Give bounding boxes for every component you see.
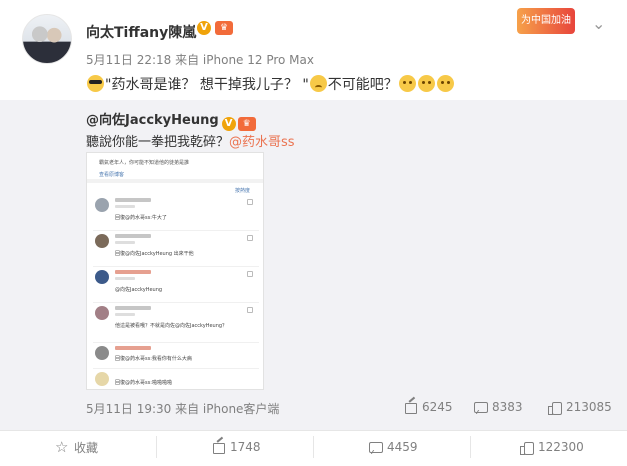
footer-divider bbox=[0, 430, 627, 431]
comment-text: 回復@药水哥ss:牛大了 bbox=[115, 215, 167, 221]
footer-separator bbox=[470, 436, 471, 458]
screenshot-sort-label: 按熱度 bbox=[235, 188, 251, 194]
sunglasses-emoji-icon bbox=[87, 75, 104, 92]
comment-like-icon bbox=[247, 235, 253, 241]
comment-text: 回復@药水哥ss:我看你有什么大病 bbox=[115, 356, 192, 362]
repost-like-button[interactable]: 213085 bbox=[548, 400, 612, 415]
screenshot-comment-row: 他這是被看哦？不就是向佐@向佐JacckyHeung？ bbox=[93, 303, 259, 343]
screenshot-comment-row: 回復@药水哥ss:牛大了 bbox=[93, 195, 259, 231]
vip-crown-icon: ♛ bbox=[215, 21, 233, 35]
thinking-emoji-icon bbox=[398, 75, 416, 92]
repost-meta: 5月11日 19:30 来自 iPhone客户端 bbox=[86, 402, 280, 416]
post-text-part-2: 不可能吧？ bbox=[327, 77, 398, 93]
comment-icon bbox=[369, 441, 383, 454]
comment-time-blur bbox=[115, 313, 135, 316]
thumbs-up-icon bbox=[520, 441, 534, 455]
repost-share-button[interactable]: 6245 bbox=[404, 400, 453, 414]
vip-crown-icon: ♛ bbox=[237, 117, 256, 131]
comment-count: 4459 bbox=[387, 440, 418, 454]
screenshot-comment-row: 回復@药水哥ss:啪啪啪啪 bbox=[93, 369, 259, 389]
thinking-emoji-icon bbox=[436, 75, 454, 92]
more-options-icon[interactable]: ⌄ bbox=[592, 14, 605, 33]
post-text: "药水哥是谁？ 想干掉我儿子？ " 不可能吧？ bbox=[86, 74, 455, 94]
comment-text: 回復@药水哥ss:啪啪啪啪 bbox=[115, 380, 172, 386]
comment-name-blur bbox=[115, 270, 151, 274]
comment-text: 回復@向佐JacckyHeung 出來干他 bbox=[115, 251, 194, 257]
screenshot-separator bbox=[87, 179, 263, 183]
share-icon bbox=[212, 441, 225, 454]
repost-text: 聽說你能一拳把我乾碎？@药水哥ss bbox=[86, 131, 295, 150]
post-username[interactable]: 向太Tiffany陳嵐 bbox=[86, 22, 196, 42]
worried-emoji-icon bbox=[309, 75, 327, 92]
comment-name-blur bbox=[115, 234, 151, 238]
comment-like-icon bbox=[247, 307, 253, 313]
comment-time-blur bbox=[115, 241, 135, 244]
screenshot-comment-row: @向佐JacckyHeung bbox=[93, 267, 259, 303]
comment-avatar bbox=[95, 306, 109, 320]
comment-like-icon bbox=[247, 271, 253, 277]
verified-badge-icon: V bbox=[221, 117, 236, 131]
weibo-post-card: 向太Tiffany陳嵐 V ♛ 5月11日 22:18 来自 iPhone 12… bbox=[0, 0, 627, 466]
repost-username[interactable]: @向佐JacckyHeung V ♛ bbox=[86, 109, 256, 131]
comment-avatar bbox=[95, 234, 109, 248]
mention-link[interactable]: @药水哥ss bbox=[229, 135, 295, 150]
screenshot-comment-row: 回復@向佐JacckyHeung 出來干他 bbox=[93, 231, 259, 267]
repost-username-text[interactable]: @向佐JacckyHeung bbox=[86, 113, 219, 128]
footer-separator bbox=[156, 436, 157, 458]
comment-text: 他這是被看哦？不就是向佐@向佐JacckyHeung？ bbox=[115, 323, 228, 329]
like-button[interactable]: 122300 bbox=[520, 436, 584, 458]
repost-comment-count: 8383 bbox=[492, 400, 523, 414]
comment-like-icon bbox=[247, 199, 253, 205]
star-icon bbox=[55, 438, 69, 456]
thinking-emoji-icon bbox=[417, 75, 435, 92]
screenshot-header: 霸氣老年人，你可能不知道他的徒弟是誰 bbox=[99, 160, 190, 166]
share-count: 1748 bbox=[230, 440, 261, 454]
comment-avatar bbox=[95, 346, 109, 360]
comment-time-blur bbox=[115, 205, 135, 208]
screenshot-comment-row: 回復@药水哥ss:我看你有什么大病 bbox=[93, 343, 259, 369]
screenshot-header-link: 查看原博客 bbox=[99, 172, 125, 178]
comment-avatar bbox=[95, 270, 109, 284]
repost-share-count: 6245 bbox=[422, 400, 453, 414]
favorite-label: 收藏 bbox=[74, 440, 99, 455]
comment-time-blur bbox=[115, 277, 135, 280]
comment-button[interactable]: 4459 bbox=[369, 436, 418, 458]
comment-icon bbox=[474, 401, 488, 414]
share-icon bbox=[404, 401, 417, 414]
like-count: 122300 bbox=[538, 440, 584, 454]
comment-text: @向佐JacckyHeung bbox=[115, 287, 163, 293]
comment-name-blur bbox=[115, 198, 151, 202]
promo-badge: 为中国加油 bbox=[517, 8, 575, 34]
post-text-part-1: "药水哥是谁？ 想干掉我儿子？ " bbox=[105, 77, 309, 93]
repost-comment-button[interactable]: 8383 bbox=[474, 400, 523, 414]
verified-badge-icon: V bbox=[197, 21, 211, 35]
thumbs-up-icon bbox=[548, 401, 562, 415]
user-avatar[interactable] bbox=[22, 14, 72, 64]
comment-name-blur bbox=[115, 346, 151, 350]
repost-text-body: 聽說你能一拳把我乾碎？ bbox=[86, 135, 230, 150]
favorite-button[interactable]: 收藏 bbox=[55, 436, 99, 458]
comment-avatar bbox=[95, 372, 109, 386]
repost-like-count: 213085 bbox=[566, 400, 612, 414]
footer-separator bbox=[313, 436, 314, 458]
comment-name-blur bbox=[115, 306, 151, 310]
comment-avatar bbox=[95, 198, 109, 212]
post-meta: 5月11日 22:18 来自 iPhone 12 Pro Max bbox=[86, 53, 314, 67]
attached-screenshot-image[interactable]: 霸氣老年人，你可能不知道他的徒弟是誰 查看原博客 按熱度 回復@药水哥ss:牛大… bbox=[86, 152, 264, 390]
share-button[interactable]: 1748 bbox=[212, 436, 261, 458]
